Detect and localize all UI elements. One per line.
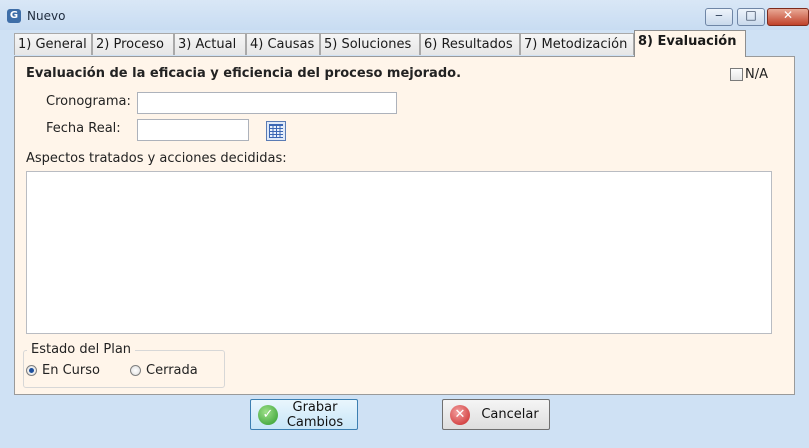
minimize-icon: ‒: [715, 8, 723, 22]
aspectos-label: Aspectos tratados y acciones decididas:: [26, 151, 287, 166]
tab-causas[interactable]: 4) Causas: [246, 33, 320, 55]
na-label: N/A: [745, 67, 768, 82]
tab-general[interactable]: 1) General: [14, 33, 92, 55]
tab-metodizacion[interactable]: 7) Metodización: [520, 33, 634, 55]
cronograma-input[interactable]: [137, 92, 397, 114]
cancelar-button[interactable]: ✕ Cancelar: [442, 399, 550, 430]
tab-evaluacion[interactable]: 8) Evaluación: [634, 30, 746, 57]
fecha-real-input[interactable]: [137, 119, 249, 141]
na-checkbox[interactable]: [730, 68, 743, 81]
estado-plan-title: Estado del Plan: [27, 342, 136, 357]
radio-en-curso[interactable]: [26, 365, 37, 376]
radio-cerrada-label[interactable]: Cerrada: [146, 363, 198, 378]
cronograma-label: Cronograma:: [46, 94, 131, 109]
grabar-cambios-button[interactable]: ✓ Grabar Cambios: [250, 399, 358, 430]
radio-en-curso-label[interactable]: En Curso: [42, 363, 100, 378]
tab-proceso[interactable]: 2) Proceso: [92, 33, 174, 55]
radio-cerrada[interactable]: [130, 365, 141, 376]
title-bar: G Nuevo ‒ □ ✕: [0, 0, 809, 30]
evaluacion-panel: Evaluación de la eficacia y eficiencia d…: [14, 56, 795, 395]
calendar-icon: [269, 126, 283, 138]
calendar-button[interactable]: [266, 121, 286, 141]
minimize-button[interactable]: ‒: [705, 8, 733, 26]
checkmark-icon: ✓: [258, 405, 278, 425]
fecha-real-label: Fecha Real:: [46, 121, 121, 136]
section-heading: Evaluación de la eficacia y eficiencia d…: [26, 66, 462, 81]
aspectos-textarea[interactable]: [26, 171, 772, 334]
window-title: Nuevo: [27, 9, 66, 23]
tab-soluciones[interactable]: 5) Soluciones: [320, 33, 420, 55]
x-circle-icon: ✕: [450, 405, 470, 425]
close-icon: ✕: [782, 8, 794, 22]
close-button[interactable]: ✕: [767, 8, 809, 26]
maximize-icon: □: [745, 8, 757, 22]
tab-resultados[interactable]: 6) Resultados: [420, 33, 520, 55]
maximize-button[interactable]: □: [737, 8, 765, 26]
save-label-line2: Cambios: [286, 415, 344, 430]
cancel-label: Cancelar: [481, 407, 539, 422]
tab-actual[interactable]: 3) Actual: [174, 33, 246, 55]
app-logo-icon: G: [7, 9, 21, 23]
save-label-line1: Grabar: [292, 400, 338, 415]
